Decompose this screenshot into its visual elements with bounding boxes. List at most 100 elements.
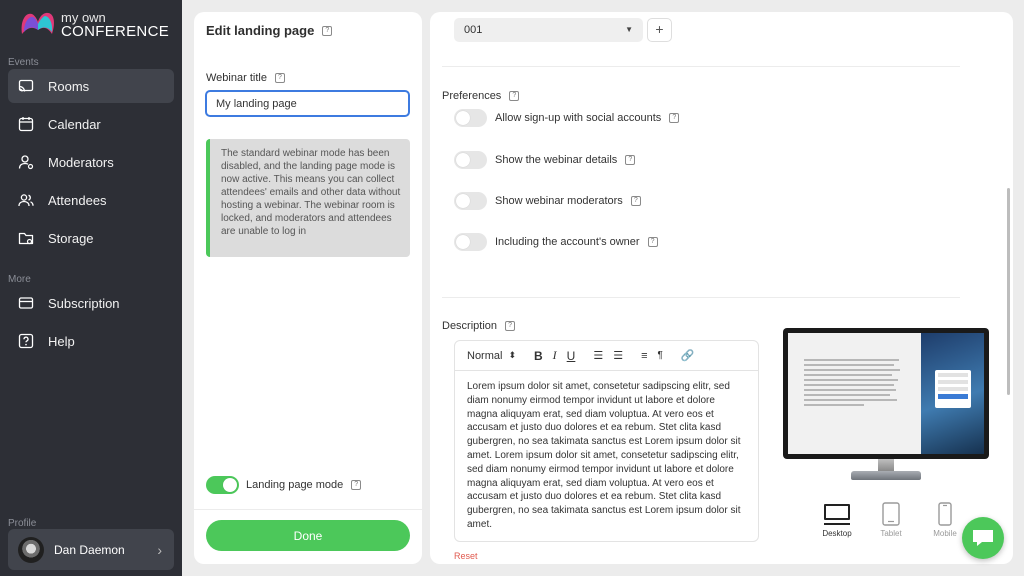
pref-toggle[interactable] xyxy=(454,192,487,210)
italic-icon[interactable]: I xyxy=(553,348,557,363)
help-icon[interactable]: ? xyxy=(505,321,516,331)
divider xyxy=(442,297,960,298)
sidebar-item-calendar[interactable]: Calendar xyxy=(8,107,174,141)
preferences-label-text: Preferences xyxy=(442,90,502,102)
sidebar-item-attendees[interactable]: Attendees xyxy=(8,183,174,217)
device-label: Tablet xyxy=(880,529,902,538)
pref-label: Show the webinar details xyxy=(495,154,618,166)
monitor-stand xyxy=(878,459,894,471)
settings-panel: 001 ▼ + Preferences ? Allow sign-up with… xyxy=(430,12,1013,564)
preview-screen xyxy=(783,328,989,459)
device-desktop[interactable]: Desktop xyxy=(810,502,864,538)
divider xyxy=(194,509,422,510)
preview-signup-form xyxy=(935,370,971,408)
help-icon[interactable]: ? xyxy=(274,73,285,83)
sidebar-item-rooms[interactable]: Rooms xyxy=(8,69,174,103)
brand-logo[interactable]: my own CONFERENCE xyxy=(18,8,178,44)
underline-icon[interactable]: U xyxy=(567,349,576,363)
webinar-title-input[interactable] xyxy=(205,90,410,117)
logo-icon xyxy=(21,12,54,34)
align-left-icon[interactable]: ≡ xyxy=(641,350,647,362)
device-label: Desktop xyxy=(822,529,852,538)
brand-line-2: CONFERENCE xyxy=(61,23,170,40)
pref-label: Allow sign-up with social accounts xyxy=(495,112,662,124)
sidebar-item-label: Subscription xyxy=(48,295,120,311)
format-select-caret-icon[interactable]: ⬍ xyxy=(508,350,516,361)
card-icon xyxy=(18,297,34,309)
format-select[interactable]: Normal xyxy=(467,350,502,362)
section-label-profile: Profile xyxy=(8,518,37,529)
landing-mode-notice: The standard webinar mode has been disab… xyxy=(206,139,410,257)
scrollbar[interactable] xyxy=(1007,188,1010,395)
pref-label: Including the account's owner xyxy=(495,236,640,248)
pref-toggle[interactable] xyxy=(454,151,487,169)
attendees-icon xyxy=(18,194,34,207)
page-select[interactable]: 001 ▼ xyxy=(454,18,643,42)
link-icon[interactable]: 🔗 xyxy=(681,349,695,362)
pref-webinar-moderators: Show webinar moderators ? xyxy=(454,192,641,210)
help-icon[interactable]: ? xyxy=(625,155,636,165)
help-icon[interactable]: ? xyxy=(509,91,520,101)
monitor-base xyxy=(851,471,921,480)
calendar-icon xyxy=(18,117,34,132)
pref-label: Show webinar moderators xyxy=(495,195,623,207)
editor-toolbar: Normal ⬍ B I U ☰ ☰ ≡ ¶ 🔗 xyxy=(455,341,758,371)
device-tablet[interactable]: Tablet xyxy=(864,502,918,538)
section-label-more: More xyxy=(8,274,31,285)
help-icon[interactable]: ? xyxy=(647,237,658,247)
text-direction-icon[interactable]: ¶ xyxy=(658,350,663,361)
edit-landing-panel: Edit landing page ? Webinar title ? The … xyxy=(194,12,422,564)
pref-toggle[interactable] xyxy=(454,109,487,127)
description-editor: Normal ⬍ B I U ☰ ☰ ≡ ¶ 🔗 Lorem ipsum dol… xyxy=(454,340,759,542)
folder-icon xyxy=(18,232,34,245)
description-label: Description ? xyxy=(442,320,516,332)
landing-mode-label: Landing page mode xyxy=(246,479,344,491)
description-label-text: Description xyxy=(442,320,498,332)
page-select-value: 001 xyxy=(464,24,483,36)
help-icon[interactable]: ? xyxy=(322,25,333,36)
pref-account-owner: Including the account's owner ? xyxy=(454,233,658,251)
sidebar-item-label: Attendees xyxy=(48,192,107,208)
pref-toggle[interactable] xyxy=(454,233,487,251)
device-label: Mobile xyxy=(933,529,957,538)
sidebar-item-storage[interactable]: Storage xyxy=(8,221,174,255)
help-icon xyxy=(18,333,34,349)
add-page-button[interactable]: + xyxy=(647,18,672,42)
help-icon[interactable]: ? xyxy=(669,113,680,123)
sidebar: my own CONFERENCE Events Rooms Calendar … xyxy=(0,0,182,576)
help-icon[interactable]: ? xyxy=(630,196,641,206)
sidebar-item-label: Rooms xyxy=(48,78,90,94)
mobile-icon xyxy=(938,502,952,526)
chevron-right-icon: › xyxy=(157,541,162,558)
cast-icon xyxy=(18,79,34,92)
bullet-list-icon[interactable]: ☰ xyxy=(613,349,623,362)
landing-mode-row: Landing page mode ? xyxy=(206,476,362,494)
device-switcher: Desktop Tablet Mobile xyxy=(810,502,972,538)
desktop-icon xyxy=(824,504,850,525)
editor-content[interactable]: Lorem ipsum dolor sit amet, consetetur s… xyxy=(455,371,758,532)
chat-bubble-icon xyxy=(973,530,993,546)
tablet-icon xyxy=(882,502,900,526)
sidebar-item-help[interactable]: Help xyxy=(8,324,174,358)
help-icon[interactable]: ? xyxy=(351,480,362,490)
profile-name: Dan Daemon xyxy=(54,542,125,557)
reset-link[interactable]: Reset xyxy=(454,551,478,561)
sidebar-item-label: Calendar xyxy=(48,116,101,132)
sidebar-item-label: Storage xyxy=(48,230,94,246)
moderator-icon xyxy=(18,155,34,170)
chat-button[interactable] xyxy=(962,517,1004,559)
preview-text-area xyxy=(788,333,921,454)
pref-webinar-details: Show the webinar details ? xyxy=(454,151,636,169)
landing-mode-toggle[interactable] xyxy=(206,476,239,494)
preview-form-area xyxy=(921,333,984,454)
done-button[interactable]: Done xyxy=(206,520,410,551)
bold-icon[interactable]: B xyxy=(534,349,543,363)
preferences-label: Preferences ? xyxy=(442,90,520,102)
sidebar-item-subscription[interactable]: Subscription xyxy=(8,286,174,320)
profile-card[interactable]: Dan Daemon › xyxy=(8,529,174,570)
webinar-title-label-text: Webinar title xyxy=(206,72,267,84)
sidebar-item-label: Help xyxy=(48,333,75,349)
ordered-list-icon[interactable]: ☰ xyxy=(593,349,603,362)
caret-down-icon: ▼ xyxy=(625,25,633,34)
sidebar-item-moderators[interactable]: Moderators xyxy=(8,145,174,179)
